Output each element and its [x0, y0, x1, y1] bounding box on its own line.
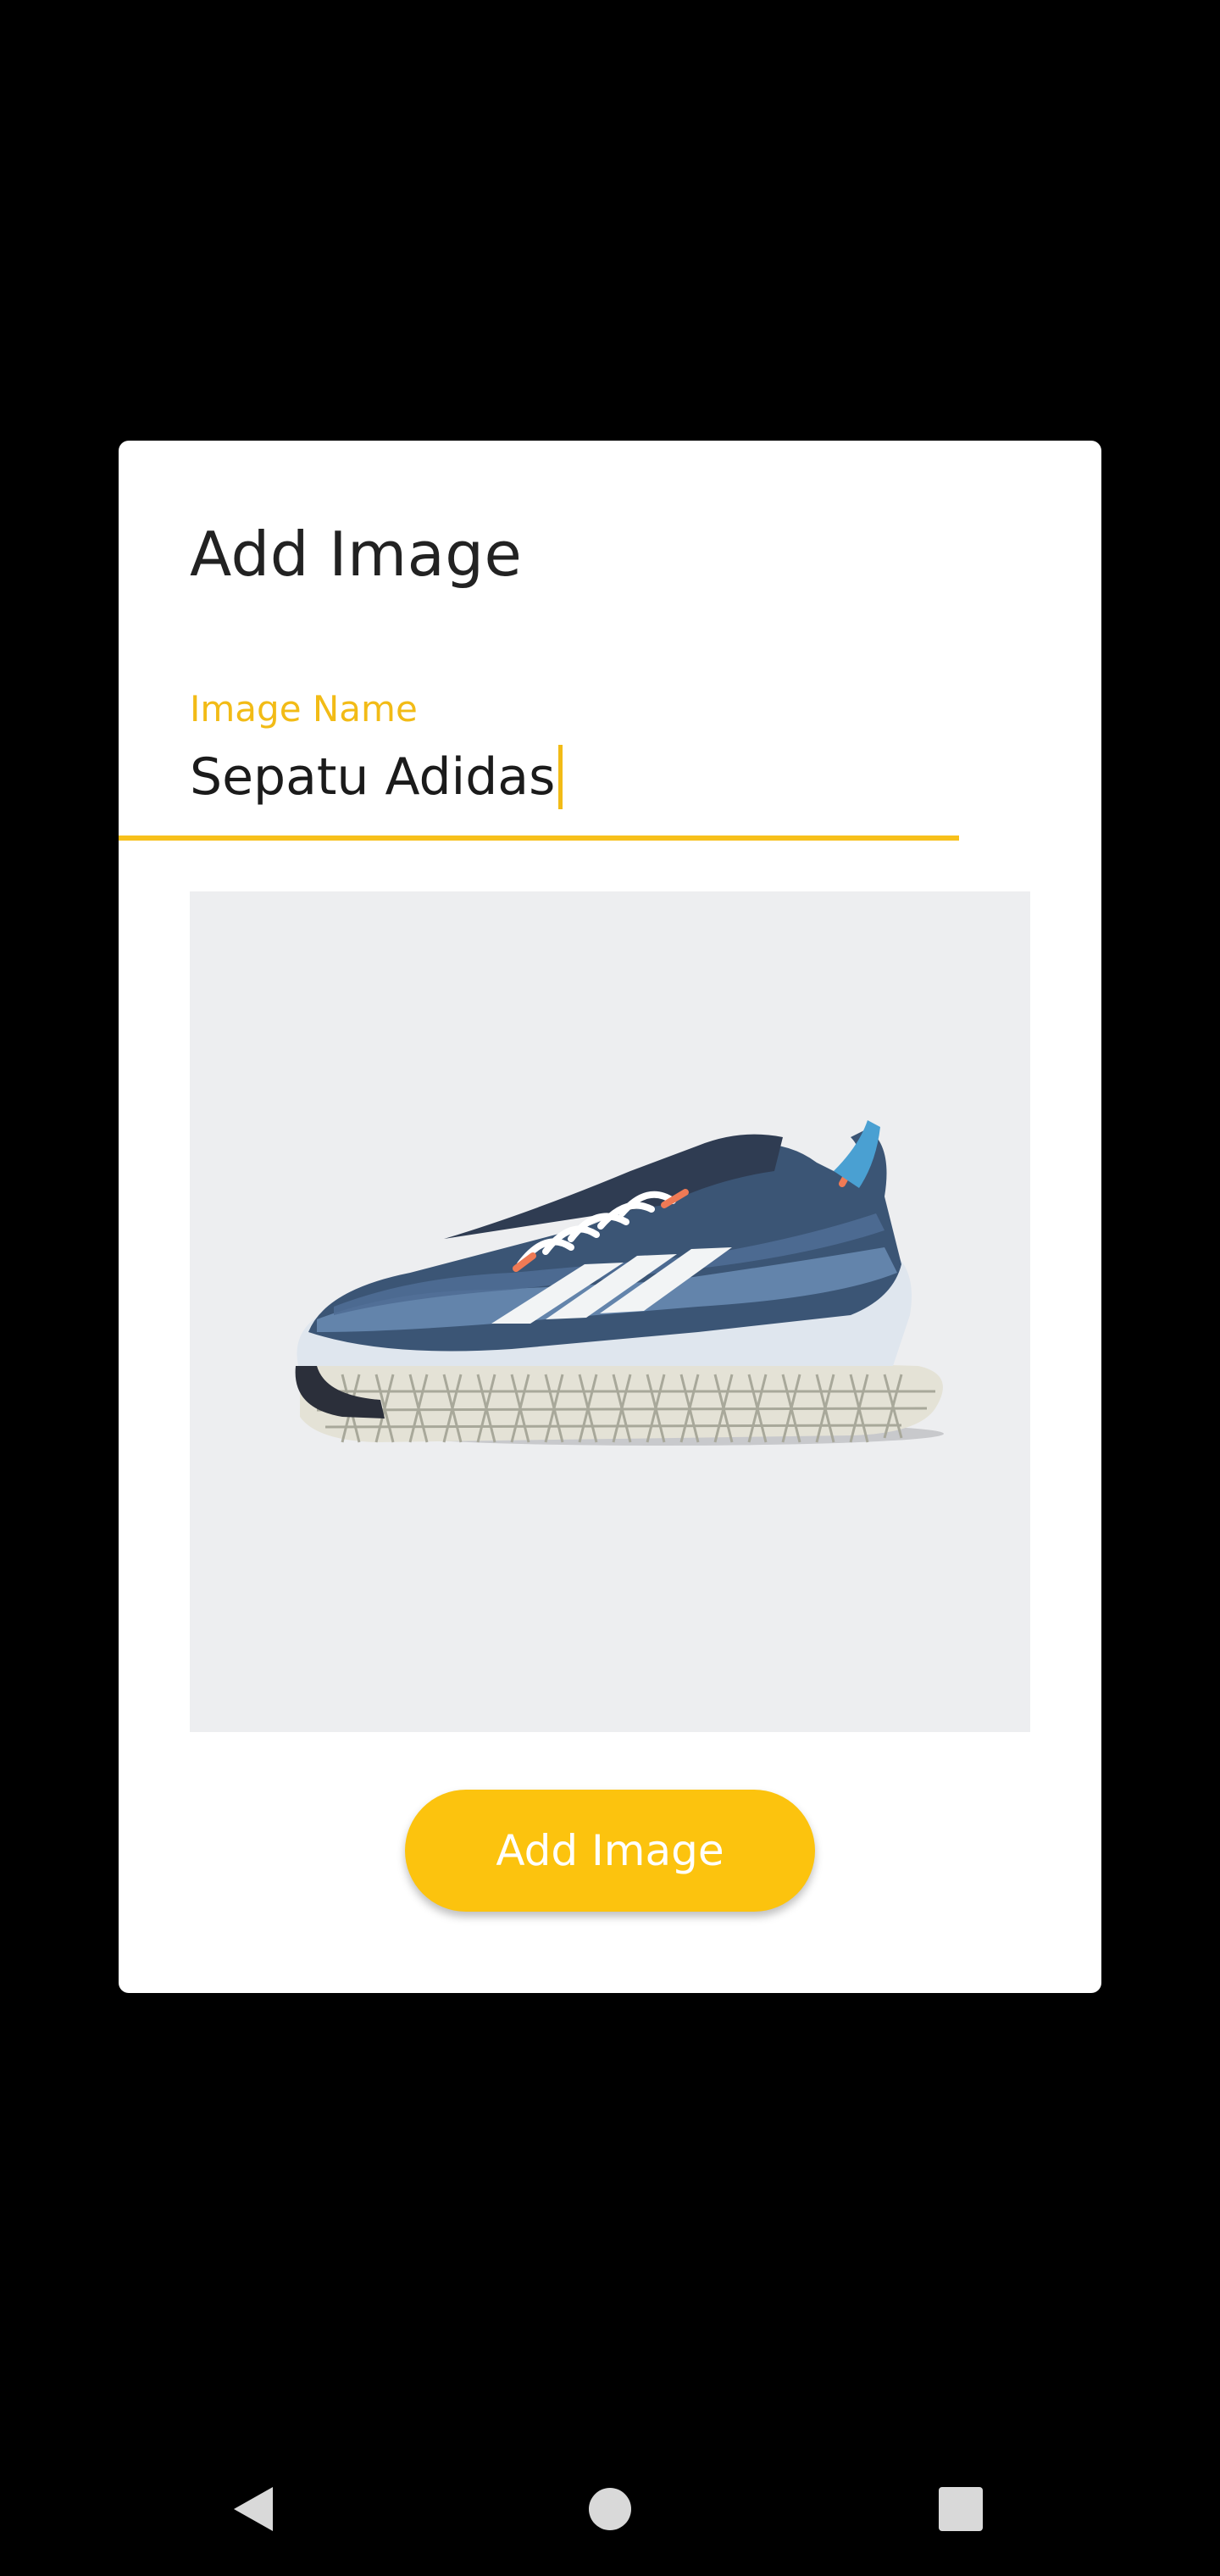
dialog-title: Add Image [190, 519, 523, 590]
home-circle-icon[interactable] [563, 2462, 657, 2556]
image-name-field[interactable]: Image Name Sepatu Adidas [190, 688, 1030, 841]
text-caret [558, 745, 563, 809]
sneaker-photo-icon [295, 1120, 944, 1446]
recents-square-icon[interactable] [914, 2462, 1007, 2556]
add-image-dialog: Add Image Image Name Sepatu Adidas Add I… [119, 441, 1101, 1993]
image-name-input[interactable]: Sepatu Adidas [190, 747, 555, 807]
image-preview[interactable] [190, 891, 1030, 1732]
add-image-button[interactable]: Add Image [405, 1790, 815, 1912]
system-navigation-bar [0, 2440, 1220, 2576]
image-name-input-wrap[interactable]: Sepatu Adidas [190, 739, 563, 815]
back-triangle-icon[interactable] [208, 2462, 301, 2556]
image-name-underline [119, 836, 959, 841]
image-name-label: Image Name [190, 688, 418, 730]
